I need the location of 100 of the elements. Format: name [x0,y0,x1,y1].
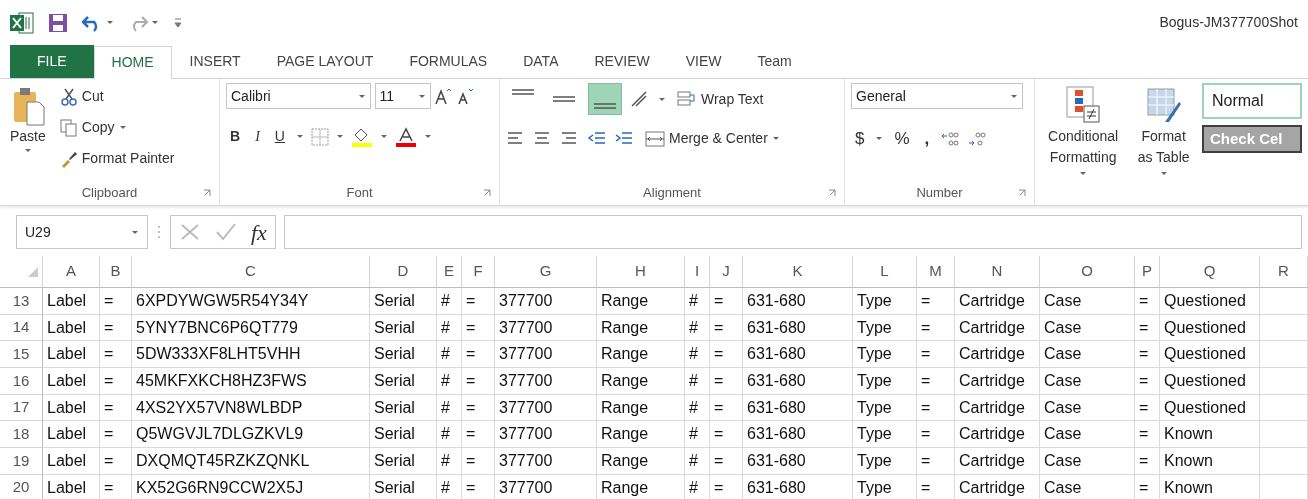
dialog-launcher-icon[interactable] [483,189,491,197]
column-header[interactable]: E [437,256,462,288]
number-format-dropdown[interactable]: General [851,83,1023,109]
merge-center-button[interactable]: Merge & Center [641,125,784,152]
currency-button[interactable]: $ [851,123,869,155]
insert-function-button[interactable]: fx [251,215,267,249]
dialog-launcher-icon[interactable] [203,189,211,197]
table-cell-text: Type [857,477,892,498]
comma-button[interactable]: , [920,123,934,155]
caret-icon[interactable] [105,19,114,26]
name-box[interactable]: U29 [16,215,148,249]
save-icon[interactable] [48,12,68,33]
row-header[interactable]: 17 [0,394,43,422]
column-header[interactable]: O [1040,256,1135,288]
font-color-icon[interactable] [394,126,417,147]
dialog-launcher-icon[interactable] [1018,189,1026,197]
column-header[interactable]: J [710,256,743,288]
caret-icon[interactable] [151,19,159,26]
table-cell-text: # [441,424,450,445]
conditional-formatting-button[interactable]: Conditional Formatting [1041,83,1126,181]
font-name-dropdown[interactable]: Calibri [226,83,371,109]
caret-icon[interactable] [875,135,884,143]
wrap-text-button[interactable]: Wrap Text [673,85,768,113]
window-title: Bogus-JM377700Shot [1159,13,1298,32]
table-cell-text: 377700 [499,450,553,471]
caret-icon[interactable] [423,133,432,140]
grow-font-icon[interactable] [434,87,452,105]
ribbon-tab[interactable]: Team [739,45,810,78]
bold-button[interactable]: B [226,123,245,150]
column-header[interactable]: K [743,256,853,288]
ribbon-tab[interactable]: DATA [505,45,577,78]
column-header[interactable]: C [132,256,370,288]
column-header[interactable]: R [1260,256,1308,288]
table-cell-text: Case [1044,397,1082,418]
ribbon-tab[interactable]: VIEW [667,45,740,78]
table-cell-text: = [921,450,931,471]
column-header[interactable]: G [495,256,597,288]
ribbon-tab[interactable]: REVIEW [576,45,668,78]
row-header[interactable]: 20 [0,474,43,499]
fill-color-icon[interactable] [350,126,373,147]
caret-icon[interactable] [658,95,666,103]
table-cell-text: = [921,397,931,418]
format-painter-button[interactable]: Format Painter [55,145,179,172]
table-cell-text: = [714,450,724,471]
column-header[interactable]: L [853,256,917,288]
column-header[interactable]: A [43,256,100,288]
caret-icon[interactable] [295,133,304,140]
caret-icon[interactable] [379,133,388,140]
formula-input[interactable] [283,215,1302,249]
cut-button[interactable]: Cut [55,83,179,110]
copy-button[interactable]: Copy [55,114,179,141]
wrap-icon [677,90,697,108]
ribbon-tab[interactable]: FORMULAS [391,45,506,78]
table-cell-text: Serial [374,397,415,418]
column-header[interactable]: M [917,256,955,288]
paste-button[interactable]: Paste [6,83,50,181]
increase-decimal-icon[interactable] [940,129,961,148]
column-header[interactable]: F [462,256,495,288]
ribbon-tab[interactable]: PAGE LAYOUT [258,45,392,78]
caret-icon[interactable] [335,133,344,140]
table-cell-text: Case [1044,290,1082,311]
percent-button[interactable]: % [890,123,914,155]
underline-button[interactable]: U [270,123,289,150]
table-cell-text: 377700 [499,290,553,311]
align-bottom-button[interactable] [588,83,622,115]
ribbon-tab[interactable]: HOME [93,46,172,79]
table-cell-text: = [921,317,931,338]
row-header[interactable]: 18 [0,421,43,449]
decrease-decimal-icon[interactable] [967,129,988,148]
row-header[interactable]: 19 [0,448,43,475]
table-cell-text: Serial [374,317,415,338]
column-header[interactable]: Q [1160,256,1260,288]
row-header[interactable]: 16 [0,368,43,395]
table-cell-text: Case [1044,344,1082,365]
file-tab[interactable]: FILE [10,45,94,78]
shrink-font-icon[interactable] [455,87,474,105]
column-header[interactable]: H [597,256,685,288]
customize-icon[interactable] [173,16,183,29]
table-cell-text: Range [601,397,649,418]
column-header[interactable]: B [100,256,132,288]
table-cell-text: = [921,290,931,311]
table-cell-text: = [714,370,724,391]
excel-icon[interactable] [10,11,34,34]
column-header[interactable]: P [1135,256,1160,288]
table-cell-text: Range [601,317,649,338]
row-header[interactable]: 13 [0,288,43,315]
table-cell-text: 5YNY7BNC6P6QT779 [136,317,298,338]
column-header[interactable]: I [685,256,710,288]
table-cell-text: = [466,344,476,365]
format-as-table-button[interactable]: Format as Table [1131,83,1196,181]
table-cell-text: Case [1044,477,1082,498]
normal-style[interactable]: Normal [1202,83,1302,119]
italic-button[interactable]: I [251,123,264,150]
font-size-dropdown[interactable]: 11 [374,83,431,109]
column-header[interactable]: D [370,256,437,288]
row-header[interactable]: 14 [0,314,43,342]
column-header[interactable]: N [955,256,1040,288]
ribbon-tab[interactable]: INSERT [171,45,259,78]
row-header[interactable]: 15 [0,341,43,369]
dialog-launcher-icon[interactable] [828,189,836,197]
